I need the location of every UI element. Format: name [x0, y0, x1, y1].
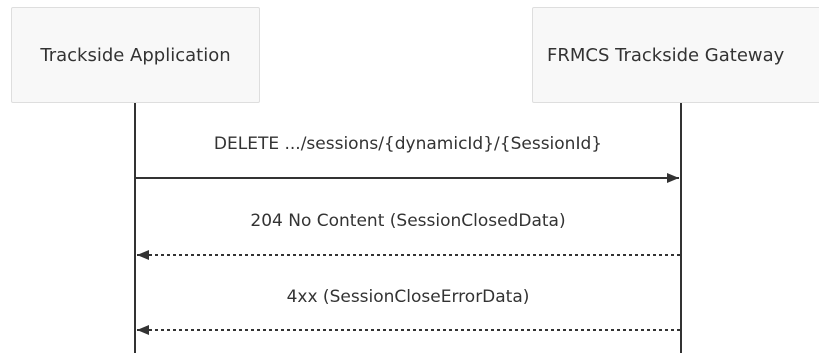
message-arrows [136, 173, 680, 335]
